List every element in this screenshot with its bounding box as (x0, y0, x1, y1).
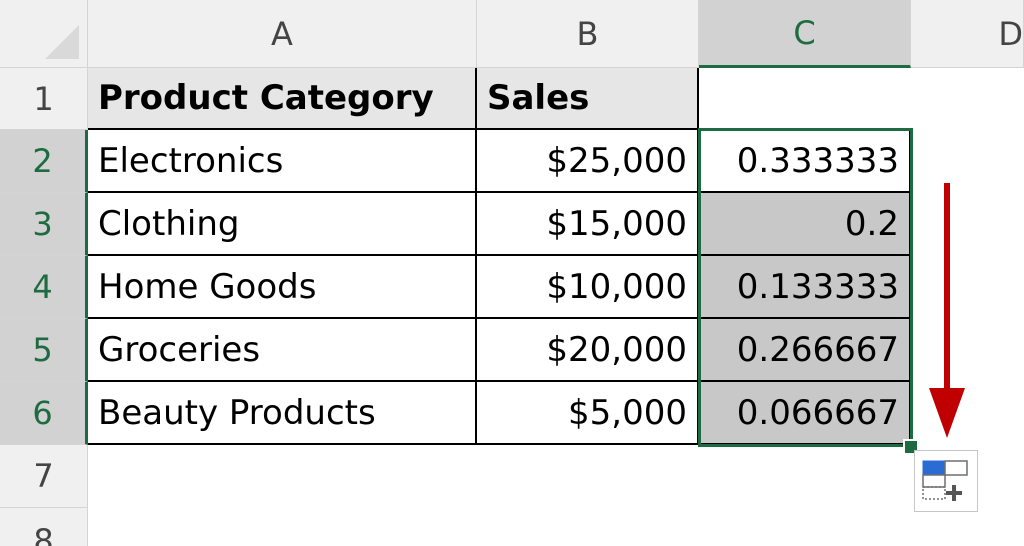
cell-c2[interactable]: 0.333333 (699, 130, 911, 193)
cell-c1[interactable] (699, 68, 911, 130)
column-header-a[interactable]: A (88, 0, 477, 68)
cell-a4[interactable]: Home Goods (88, 256, 477, 319)
cell-a2[interactable]: Electronics (88, 130, 477, 193)
select-all-button[interactable] (0, 0, 88, 68)
row-header-3[interactable]: 3 (0, 193, 88, 256)
cell-b6[interactable]: $5,000 (477, 382, 699, 445)
select-all-triangle-icon (45, 25, 79, 59)
red-arrow-shaft (944, 183, 950, 393)
cell-a6[interactable]: Beauty Products (88, 382, 477, 445)
cell-c4[interactable]: 0.133333 (699, 256, 911, 319)
cell-a5[interactable]: Groceries (88, 319, 477, 382)
column-header-d[interactable]: D (911, 0, 1024, 68)
row-header-8[interactable]: 8 (0, 508, 88, 546)
cell-a3[interactable]: Clothing (88, 193, 477, 256)
row-header-4[interactable]: 4 (0, 256, 88, 319)
autofill-options-button[interactable] (914, 450, 978, 512)
cell-b2[interactable]: $25,000 (477, 130, 699, 193)
autofill-options-icon (922, 460, 968, 501)
row-header-1[interactable]: 1 (0, 68, 88, 130)
row-header-5[interactable]: 5 (0, 319, 88, 382)
red-arrow-head-icon (929, 388, 965, 438)
spreadsheet-grid: A B C D 1 2 3 4 5 6 7 8 Product Category… (0, 0, 1024, 546)
cell-b3[interactable]: $15,000 (477, 193, 699, 256)
cell-b5[interactable]: $20,000 (477, 319, 699, 382)
cell-b1-header[interactable]: Sales (477, 68, 699, 130)
row-header-6[interactable]: 6 (0, 382, 88, 445)
cell-c6[interactable]: 0.066667 (699, 382, 911, 445)
row-header-7[interactable]: 7 (0, 445, 88, 508)
cell-c5[interactable]: 0.266667 (699, 319, 911, 382)
cell-b4[interactable]: $10,000 (477, 256, 699, 319)
row-header-2[interactable]: 2 (0, 130, 88, 193)
column-header-c[interactable]: C (699, 0, 911, 68)
cell-a1-header[interactable]: Product Category (88, 68, 477, 130)
column-header-b[interactable]: B (477, 0, 699, 68)
cell-c3[interactable]: 0.2 (699, 193, 911, 256)
